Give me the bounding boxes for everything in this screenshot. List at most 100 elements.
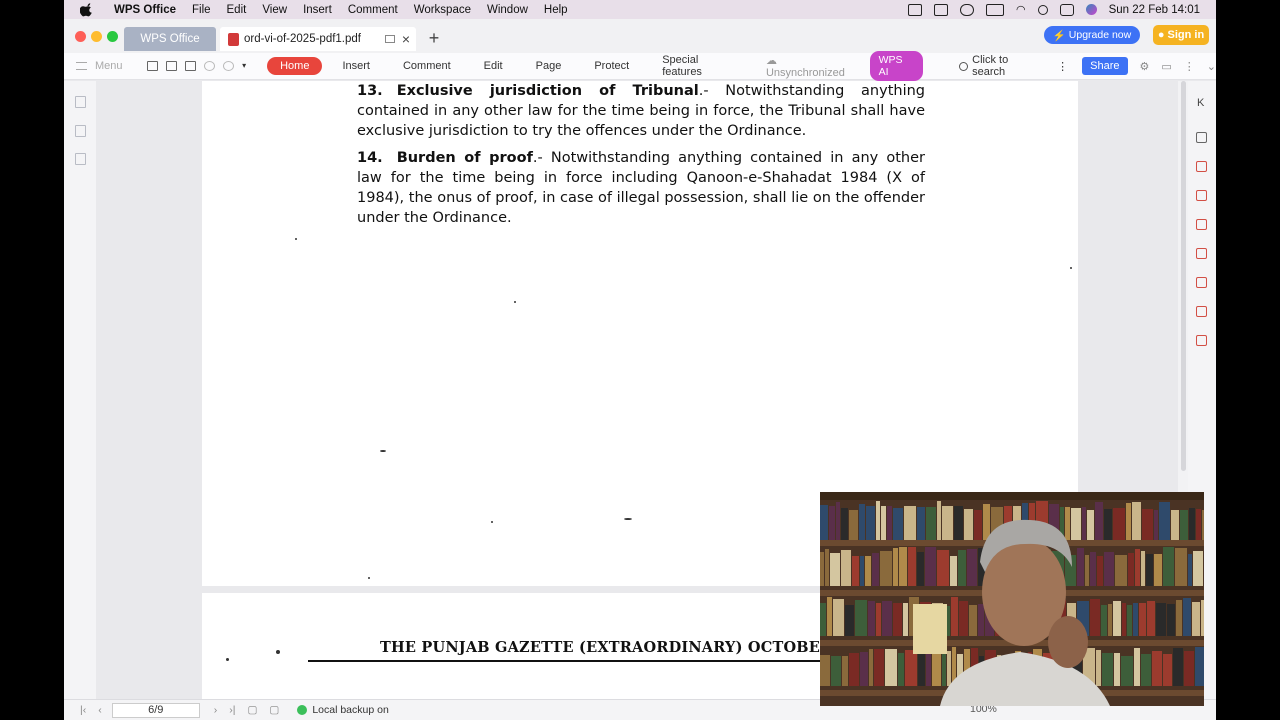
convert-icon[interactable] xyxy=(1196,219,1207,230)
maximize-window-button[interactable] xyxy=(107,31,118,42)
tab-wps-office[interactable]: WPS Office xyxy=(124,27,216,51)
pages-icon[interactable] xyxy=(75,153,86,165)
prev-page-icon[interactable]: ‹ xyxy=(98,704,102,716)
more-options-icon[interactable]: ⋮ xyxy=(1184,60,1195,73)
thumbnail-icon[interactable] xyxy=(75,125,86,137)
book-spine xyxy=(1122,603,1126,636)
image-tool-icon[interactable] xyxy=(1196,190,1207,201)
book-spine xyxy=(872,553,879,586)
tab-insert[interactable]: Insert xyxy=(342,60,370,72)
menu-file[interactable]: File xyxy=(184,4,219,16)
menu-edit[interactable]: Edit xyxy=(219,4,255,16)
menu-button[interactable]: Menu xyxy=(76,60,137,72)
close-tab-icon[interactable]: × xyxy=(402,31,410,47)
close-window-button[interactable] xyxy=(75,31,86,42)
scan-speck xyxy=(380,450,386,452)
first-page-icon[interactable]: |‹ xyxy=(80,704,86,716)
unsynchronized-status[interactable]: ☁ Unsynchronized xyxy=(766,54,858,79)
settings-gear-icon[interactable]: ⚙ xyxy=(1140,60,1150,73)
book-spine xyxy=(969,605,977,636)
book-spine xyxy=(849,510,858,540)
webcam-overlay xyxy=(820,492,1204,706)
gazette-header: THE PUNJAB GAZETTE (EXTRAORDINARY) OCTOB… xyxy=(380,639,820,656)
book-spine xyxy=(904,506,916,540)
tab-page[interactable]: Page xyxy=(536,60,562,72)
upgrade-button[interactable]: ⚡ Upgrade now xyxy=(1044,26,1140,44)
bookmark-icon[interactable] xyxy=(75,96,86,108)
menu-view[interactable]: View xyxy=(254,4,295,16)
book-spine xyxy=(845,605,854,636)
tab-home[interactable]: Home xyxy=(267,57,323,75)
book-spine xyxy=(855,600,867,636)
tab-comment[interactable]: Comment xyxy=(403,60,451,72)
collapse-panel-icon[interactable]: K xyxy=(1197,97,1204,109)
tab-protect[interactable]: Protect xyxy=(594,60,629,72)
apple-logo-icon[interactable] xyxy=(80,2,94,17)
sign-in-button[interactable]: ● Sign in xyxy=(1153,25,1209,45)
print-panel-icon[interactable] xyxy=(1196,132,1207,143)
book-spine xyxy=(947,651,951,686)
next-page-icon[interactable]: › xyxy=(214,704,218,716)
book-spine xyxy=(898,653,904,686)
monitor-icon[interactable] xyxy=(384,35,395,43)
book-spine xyxy=(1065,507,1070,540)
book-spine xyxy=(1135,549,1140,586)
menu-comment[interactable]: Comment xyxy=(340,4,406,16)
compress-icon[interactable] xyxy=(1196,306,1207,317)
cloud-icon[interactable] xyxy=(959,3,974,16)
book-spine xyxy=(841,508,848,540)
book-spine xyxy=(1142,509,1153,540)
book-spine xyxy=(978,604,984,636)
redo-icon[interactable] xyxy=(223,61,235,71)
open-folder-icon[interactable] xyxy=(147,61,159,71)
convert-excel-icon[interactable] xyxy=(1196,277,1207,288)
camera-icon[interactable] xyxy=(933,3,948,16)
print-icon[interactable] xyxy=(185,61,197,71)
battery-icon[interactable] xyxy=(985,3,1004,16)
book-spine xyxy=(831,656,841,686)
book-spine xyxy=(1188,554,1192,586)
collapse-ribbon-icon[interactable]: ⌄ xyxy=(1207,60,1216,73)
menu-help[interactable]: Help xyxy=(536,4,576,16)
backup-status[interactable]: Local backup on xyxy=(297,704,389,716)
last-page-icon[interactable]: ›| xyxy=(229,704,235,716)
book-spine xyxy=(1163,547,1174,586)
dropdown-icon[interactable]: ▾ xyxy=(242,61,253,71)
backup-check-icon xyxy=(297,705,308,715)
wps-ai-button[interactable]: WPS AI xyxy=(869,51,924,81)
book-spine xyxy=(959,601,968,636)
scrollbar-thumb[interactable] xyxy=(1181,81,1186,471)
book-spine xyxy=(820,505,828,540)
new-tab-button[interactable]: + xyxy=(426,29,442,47)
fit-width-icon[interactable]: ▢ xyxy=(269,704,279,716)
header-rule xyxy=(308,660,828,662)
more-vertical-icon[interactable]: ⋮ xyxy=(1057,60,1068,73)
share-button[interactable]: Share xyxy=(1082,57,1128,75)
wifi-icon[interactable]: ◠ xyxy=(1016,3,1026,16)
convert-word-icon[interactable] xyxy=(1196,248,1207,259)
tab-special-features[interactable]: Special features xyxy=(662,54,740,78)
wps-tray-icon[interactable] xyxy=(907,3,922,16)
text-tool-icon[interactable] xyxy=(1196,161,1207,172)
clock-text[interactable]: Sun 22 Feb 14:01 xyxy=(1109,4,1200,16)
control-center-icon[interactable] xyxy=(1059,3,1074,16)
menu-insert[interactable]: Insert xyxy=(295,4,340,16)
book-spine xyxy=(849,653,859,686)
menu-window[interactable]: Window xyxy=(479,4,536,16)
undo-icon[interactable] xyxy=(204,61,216,71)
strikethrough-icon[interactable] xyxy=(1196,335,1207,346)
page-number-input[interactable]: 6/9 xyxy=(111,702,200,718)
spotlight-icon[interactable] xyxy=(1037,4,1048,15)
book-spine xyxy=(951,597,958,636)
menu-app-name[interactable]: WPS Office xyxy=(106,4,184,16)
tab-edit[interactable]: Edit xyxy=(484,60,503,72)
comment-bubble-icon[interactable]: ▭ xyxy=(1161,60,1171,73)
book-spine xyxy=(1082,507,1086,540)
search-box[interactable]: Click to search xyxy=(959,54,1043,78)
menu-workspace[interactable]: Workspace xyxy=(406,4,479,16)
siri-icon[interactable] xyxy=(1085,4,1097,15)
fit-page-icon[interactable]: ▢ xyxy=(247,704,257,716)
minimize-window-button[interactable] xyxy=(91,31,102,42)
tab-document[interactable]: ord-vi-of-2025-pdf1.pdf × xyxy=(220,27,416,51)
save-icon[interactable] xyxy=(166,61,178,71)
